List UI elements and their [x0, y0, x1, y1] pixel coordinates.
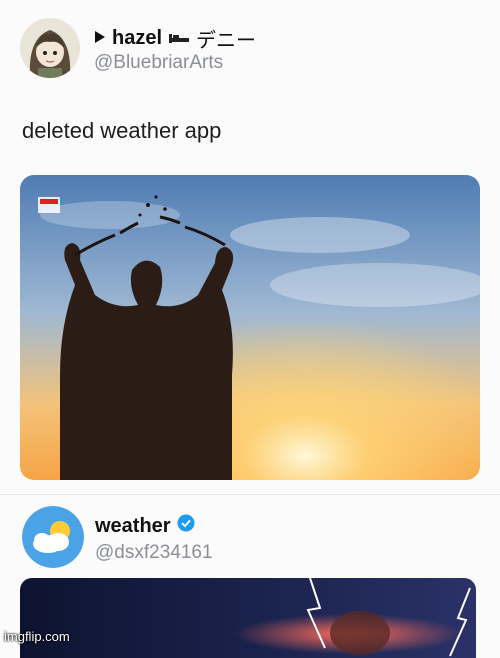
user-avatar[interactable]	[20, 18, 80, 78]
reply-author-name-row[interactable]: weather	[95, 514, 195, 538]
author-name-row[interactable]: hazel デニー	[94, 24, 256, 53]
reply-display-name: weather	[95, 514, 171, 537]
tweet-image[interactable]	[20, 175, 480, 480]
tweet-original: hazel デニー @BluebriarArts deleted weather…	[0, 0, 500, 500]
reply-image[interactable]	[20, 578, 476, 658]
play-arrow-icon	[94, 27, 106, 50]
weather-sun-cloud-icon	[22, 506, 84, 568]
lightning-storm-image	[20, 578, 476, 658]
tweet-text: deleted weather app	[22, 118, 222, 143]
verified-badge-icon	[177, 514, 195, 538]
imgflip-watermark: imgflip.com	[4, 629, 70, 644]
reply-handle[interactable]: @dsxf234161	[95, 542, 213, 564]
broken-chains-sunset-image	[20, 175, 480, 480]
author-display-name: hazel	[112, 27, 163, 49]
anime-girl-avatar-icon	[20, 18, 80, 78]
weather-avatar[interactable]	[22, 506, 84, 568]
author-name-suffix: デニー	[196, 30, 257, 52]
post-divider	[0, 494, 500, 495]
bed-emoji-icon	[168, 27, 190, 50]
author-handle[interactable]: @BluebriarArts	[94, 52, 223, 74]
